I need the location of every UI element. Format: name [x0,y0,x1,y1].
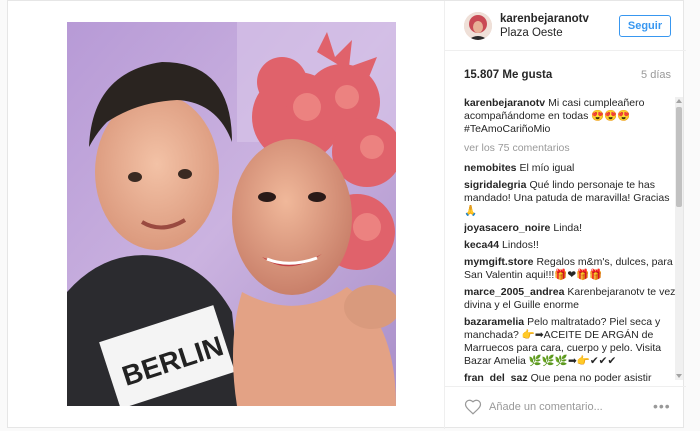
comments-list: karenbejaranotv Mi casi cumpleañero acomp… [464,97,676,382]
comment-user[interactable]: bazaramelia [464,316,524,328]
post-stats: 15.807 Me gusta 5 días [464,69,671,85]
comments-scrollbar[interactable] [675,97,683,380]
comment-item: fran_del_saz Que pena no poder asistir [464,372,676,382]
scroll-up-arrow-icon[interactable] [675,97,683,105]
comment-user[interactable]: nemobites [464,162,517,174]
comment-item: marce_2005_andrea Karenbejaranotv te vez … [464,286,676,312]
comment-text: El mío igual [519,162,575,174]
add-comment-input[interactable] [489,397,639,417]
comment-text: Linda! [553,222,582,234]
location[interactable]: Plaza Oeste [500,27,563,39]
comment-text: Que pena no poder asistir [530,372,652,382]
comment-user[interactable]: fran_del_saz [464,372,528,382]
comment-item: keca44 Lindos!! [464,239,676,252]
heart-outline-icon[interactable] [464,398,482,416]
more-options-icon[interactable]: ••• [653,399,673,415]
scroll-down-arrow-icon[interactable] [675,372,683,380]
photo-illustration: BERLIN [67,22,396,406]
post-header: karenbejaranotv Plaza Oeste Seguir [445,1,686,51]
follow-button[interactable]: Seguir [619,15,671,37]
avatar-image [464,12,492,40]
comment-item: bazaramelia Pelo maltratado? Piel seca y … [464,316,676,368]
scroll-thumb[interactable] [676,107,682,207]
likes-count[interactable]: 15.807 Me gusta [464,69,552,81]
comment-item: mymgift.store Regalos m&m's, dulces, para… [464,256,676,282]
comment-user[interactable]: sigridalegria [464,179,526,191]
comment-text: Lindos!! [502,239,539,251]
avatar[interactable] [464,12,492,40]
caption-user[interactable]: karenbejaranotv [464,97,545,109]
username[interactable]: karenbejaranotv [500,13,589,25]
caption: karenbejaranotv Mi casi cumpleañero acomp… [464,97,676,136]
comment-user[interactable]: joyasacero_noire [464,222,550,234]
post-sidebar: karenbejaranotv Plaza Oeste Seguir 15.80… [444,1,686,429]
comment-item: nemobites El mío igual [464,162,676,175]
comment-item: sigridalegria Qué lindo personaje te has … [464,179,676,218]
post-footer: ••• [445,386,686,429]
comment-user[interactable]: marce_2005_andrea [464,286,564,298]
post-photo[interactable]: BERLIN [67,22,396,406]
comment-user[interactable]: keca44 [464,239,499,251]
comment-item: joyasacero_noire Linda! [464,222,676,235]
post-age[interactable]: 5 días [641,69,671,81]
post-card: BERLIN karenbejaranotv Plaza Oeste Segui… [7,0,686,429]
view-all-comments-link[interactable]: ver los 75 comentarios [464,142,676,155]
comment-user[interactable]: mymgift.store [464,256,533,268]
